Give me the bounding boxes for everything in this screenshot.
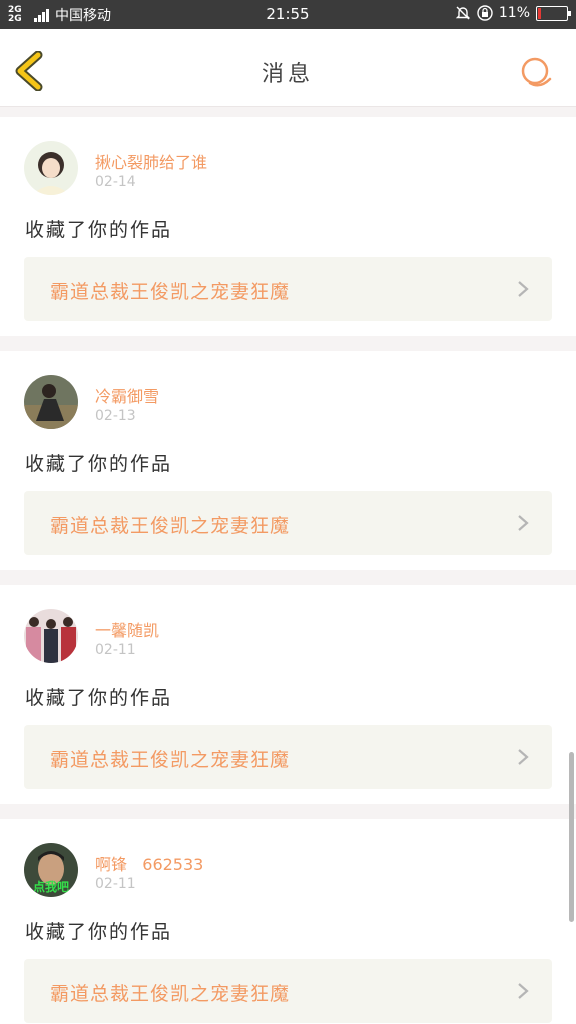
battery-icon <box>536 5 571 21</box>
message-card: 冷霸御雪 02-13 收藏了你的作品 霸道总裁王俊凯之宠妻狂魔 <box>0 351 576 570</box>
battery-percent: 11% <box>498 5 530 21</box>
message-list: 揪心裂肺给了谁 02-14 收藏了你的作品 霸道总裁王俊凯之宠妻狂魔 冷霸御雪 … <box>0 117 576 1024</box>
search-icon <box>521 57 552 87</box>
status-right: 11% <box>455 5 571 21</box>
work-title: 霸道总裁王俊凯之宠妻狂魔 <box>50 281 291 303</box>
work-title: 霸道总裁王俊凯之宠妻狂魔 <box>50 515 291 537</box>
work-link[interactable]: 霸道总裁王俊凯之宠妻狂魔 <box>24 959 552 1023</box>
page-title: 消息 <box>261 62 314 87</box>
work-link[interactable]: 霸道总裁王俊凯之宠妻狂魔 <box>24 725 552 789</box>
avatar[interactable] <box>24 609 78 663</box>
chevron-right-icon <box>518 515 529 531</box>
work-link[interactable]: 霸道总裁王俊凯之宠妻狂魔 <box>24 491 552 555</box>
header-bar: 消息 <box>0 29 576 107</box>
avatar[interactable] <box>24 141 78 195</box>
message-date: 02-11 <box>95 642 136 658</box>
message-card: 揪心裂肺给了谁 02-14 收藏了你的作品 霸道总裁王俊凯之宠妻狂魔 <box>0 117 576 336</box>
work-title: 霸道总裁王俊凯之宠妻狂魔 <box>50 983 291 1005</box>
work-title: 霸道总裁王俊凯之宠妻狂魔 <box>50 749 291 771</box>
user-name[interactable]: 一馨随凯 <box>95 617 159 641</box>
mute-bell-icon <box>455 6 471 20</box>
rotation-lock-icon <box>477 5 493 21</box>
message-text: 收藏了你的作品 <box>25 921 173 943</box>
battery-level <box>538 7 542 19</box>
user-name[interactable]: 冷霸御雪 <box>95 383 159 407</box>
avatar-caption: 点我吧 <box>33 879 69 894</box>
message-text: 收藏了你的作品 <box>25 453 173 475</box>
chevron-right-icon <box>518 983 529 999</box>
message-text: 收藏了你的作品 <box>25 687 173 709</box>
chevron-right-icon <box>518 281 529 297</box>
message-date: 02-14 <box>95 174 136 190</box>
message-card: 一馨随凯 02-11 收藏了你的作品 霸道总裁王俊凯之宠妻狂魔 <box>0 585 576 804</box>
message-text: 收藏了你的作品 <box>25 219 173 241</box>
user-name[interactable]: 啊锋 662533 <box>95 851 203 875</box>
message-date: 02-13 <box>95 408 136 424</box>
chevron-right-icon <box>518 749 529 765</box>
message-date: 02-11 <box>95 876 136 892</box>
avatar[interactable] <box>24 375 78 429</box>
work-link[interactable]: 霸道总裁王俊凯之宠妻狂魔 <box>24 257 552 321</box>
search-button[interactable] <box>520 55 554 89</box>
user-name[interactable]: 揪心裂肺给了谁 <box>95 149 207 173</box>
status-bar: 2G 2G 中国移动 21:55 11% <box>0 0 576 29</box>
message-card: 点我吧 啊锋 662533 02-11 收藏了你的作品 霸道总裁王俊凯之宠妻狂魔 <box>0 819 576 1024</box>
scrollbar[interactable] <box>569 752 574 922</box>
avatar[interactable]: 点我吧 <box>24 843 78 897</box>
